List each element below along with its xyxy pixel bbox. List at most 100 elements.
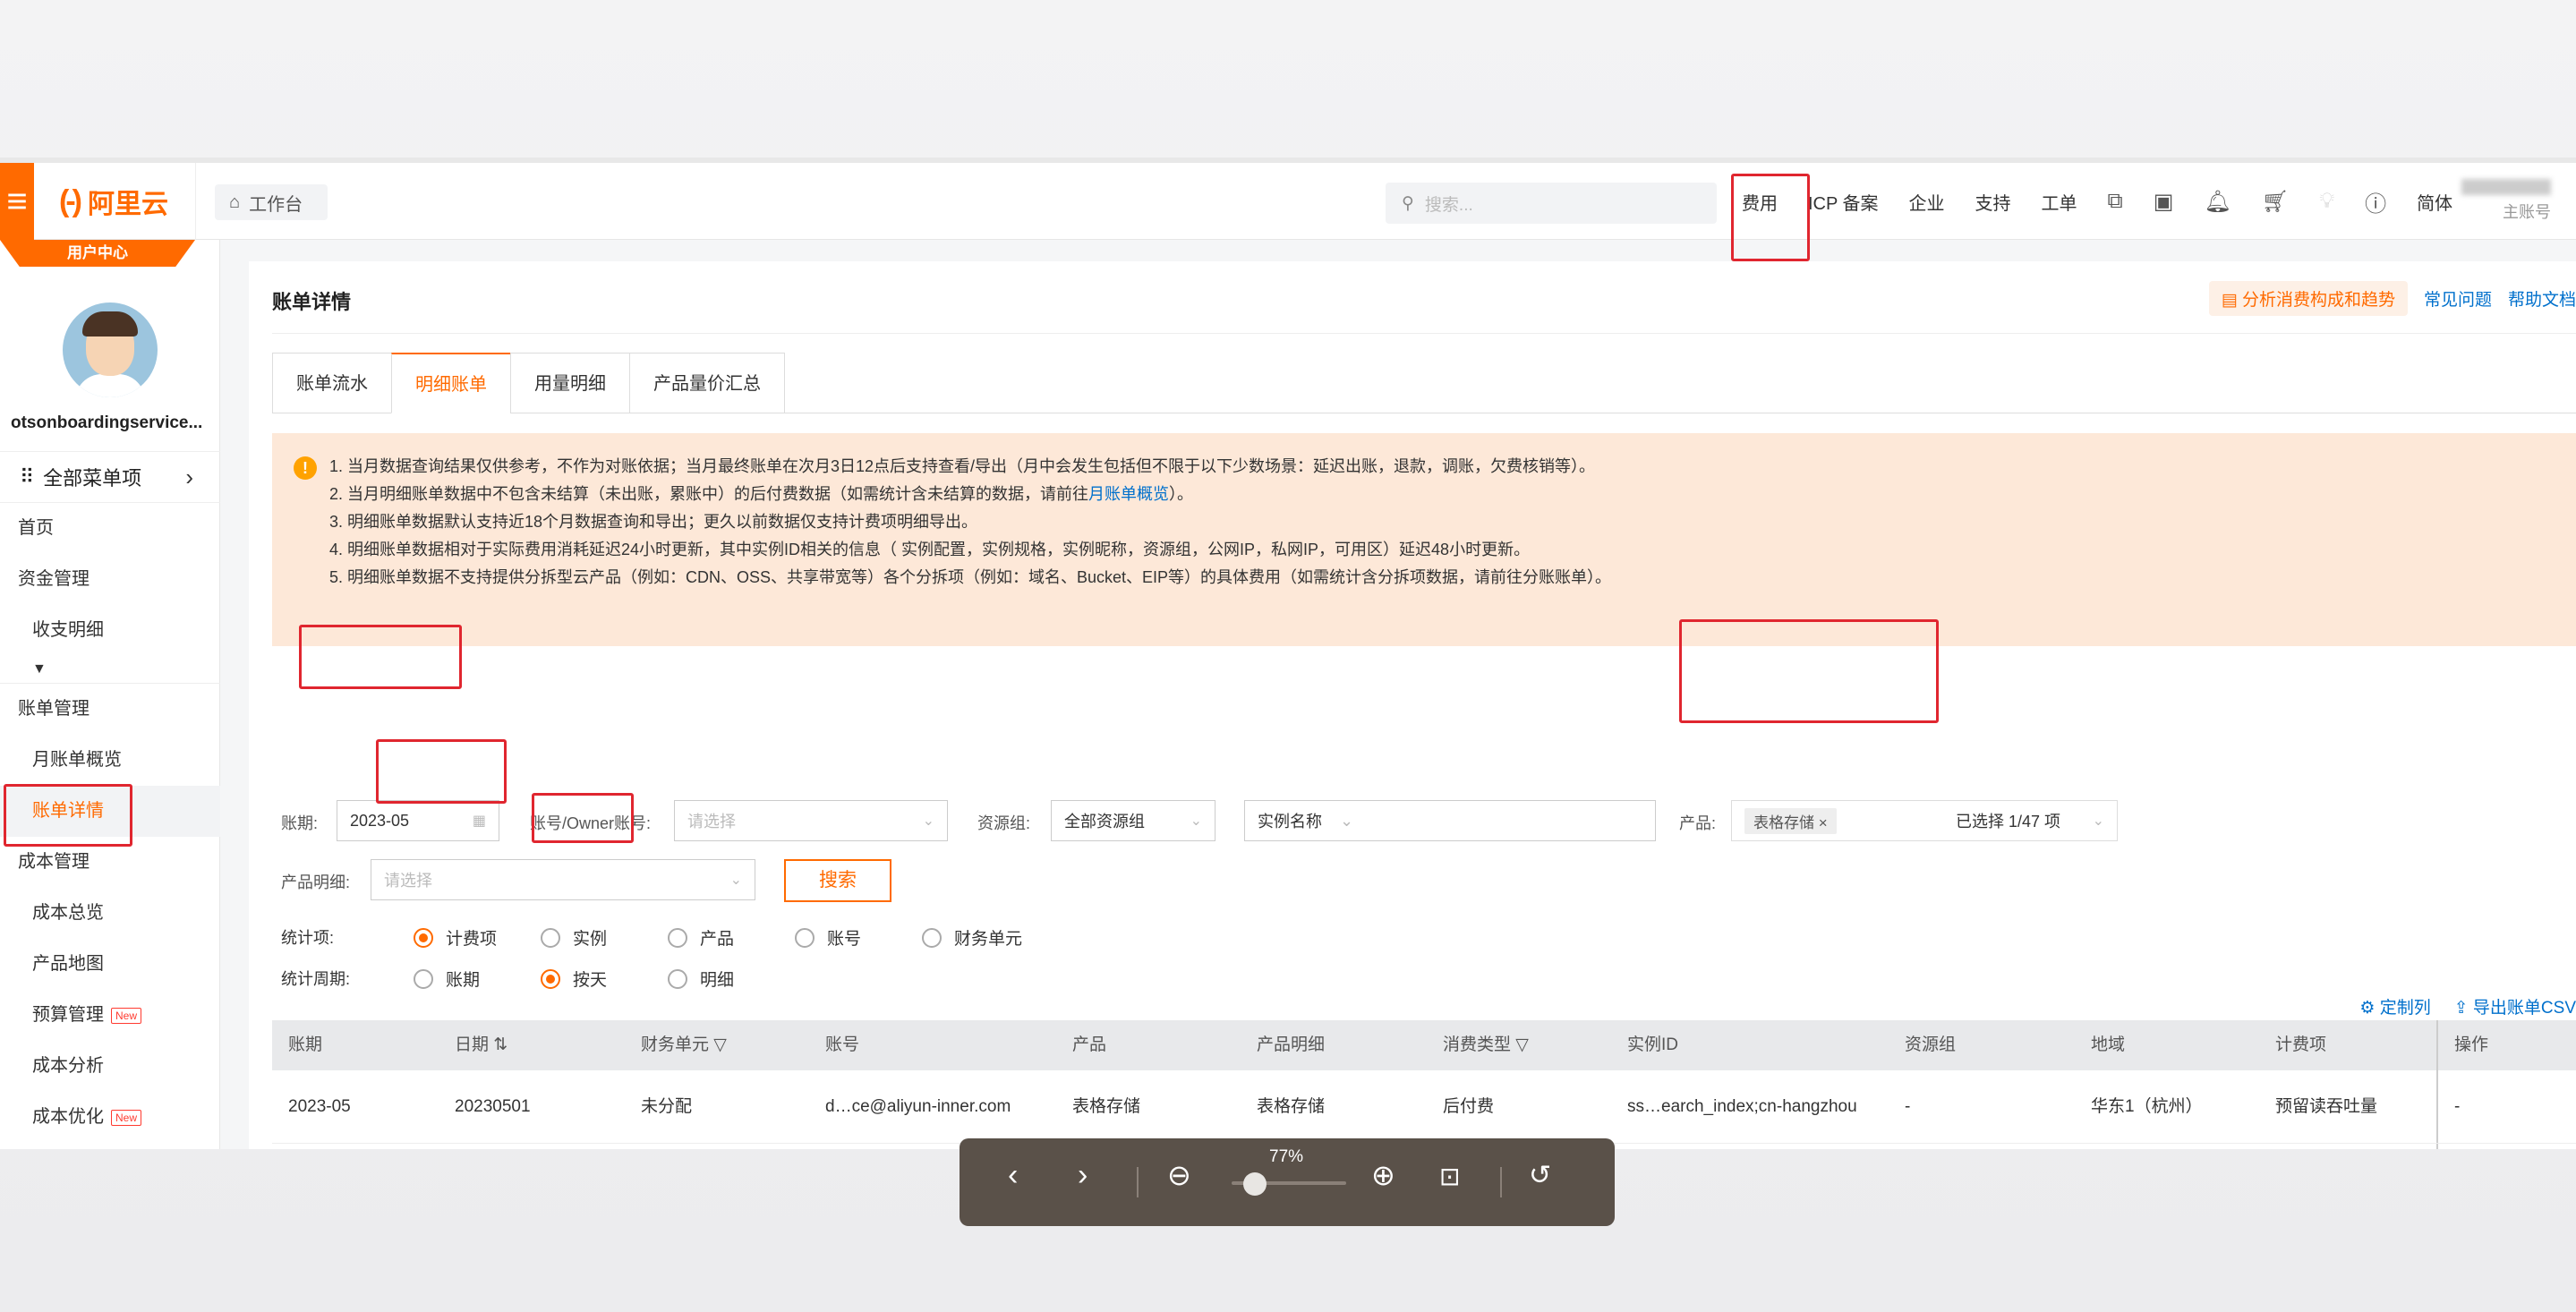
col-header-label: 消费类型 — [1443, 1035, 1512, 1054]
home-icon: ⌂ — [229, 192, 241, 212]
account-info[interactable]: 主账号 — [2444, 179, 2551, 223]
instance-name-select[interactable]: 实例名称 ⌄ — [1244, 800, 1656, 841]
period-picker[interactable]: 2023-05 ▦ — [337, 800, 499, 841]
instance-name-value: 实例名称 — [1258, 813, 1322, 831]
code-icon[interactable]: ⧉ — [2108, 189, 2123, 214]
sidebar-item-budget[interactable]: 预算管理 New — [0, 990, 220, 1041]
col-header-sortable[interactable]: 日期 ⇅ — [439, 1033, 625, 1058]
sidebar: 用户中心 otsonboardingservice... ⠿ 全部菜单项 › 首… — [0, 240, 220, 1149]
owner-select[interactable]: 请选择 ⌄ — [674, 800, 948, 841]
sidebar-item-cost-analysis[interactable]: 成本分析 — [0, 1041, 220, 1092]
radio-cycle-daily[interactable]: 按天 — [541, 967, 668, 991]
radio-stat-billing-item[interactable]: 计费项 — [414, 925, 541, 950]
radio-stat-product[interactable]: 产品 — [668, 925, 795, 950]
toolbar-divider — [1137, 1167, 1139, 1197]
search-icon: ⚲ — [1402, 193, 1414, 213]
radio-stat-account[interactable]: 账号 — [795, 925, 922, 950]
lightbulb-icon[interactable]: 💡︎ — [2319, 189, 2334, 214]
close-icon[interactable]: × — [1819, 814, 1828, 831]
new-badge: New — [111, 1007, 142, 1024]
col-header: 操作 — [2436, 1020, 2558, 1070]
sidebar-item-cost-overview[interactable]: 成本总览 — [0, 888, 220, 939]
rotate-icon[interactable]: ↺ — [1529, 1160, 1551, 1191]
hamburger-menu-icon[interactable]: ≡ — [0, 163, 34, 240]
zoom-slider-handle[interactable] — [1242, 1172, 1267, 1196]
sidebar-item-product-map[interactable]: 产品地图 — [0, 939, 220, 990]
sidebar-item-monthly-overview[interactable]: 月账单概览 — [0, 735, 220, 786]
sidebar-group-funds[interactable]: 资金管理 — [0, 554, 220, 605]
table-cell: - — [1905, 1096, 1911, 1116]
radio-stat-finance-unit[interactable]: 财务单元 — [922, 925, 1065, 950]
table-body: 2023-05 20230501 未分配 d…ce@aliyun-inner.com 表… — [272, 1070, 2576, 1149]
workbench-button[interactable]: ⌂ 工作台 — [215, 184, 328, 220]
calendar-icon: ▦ — [472, 814, 486, 829]
table-header: 账期 日期 ⇅ 财务单元 ▽ 账号 产品 产品明细 消费类型 ▽ 实例ID 资源… — [272, 1020, 2576, 1070]
product-selected-count: 已选择 1/47 项 — [1956, 813, 2061, 831]
customize-columns-button[interactable]: ⚙ 定制列 — [2359, 994, 2430, 1018]
analyze-trend-button[interactable]: ▤ 分析消费构成和趋势 — [2208, 281, 2408, 316]
radio-cycle-period[interactable]: 账期 — [414, 967, 541, 991]
radio-circle — [414, 968, 433, 989]
zoom-in-icon[interactable]: ⊕ — [1371, 1158, 1395, 1192]
terminal-icon[interactable]: ▣ — [2154, 189, 2174, 215]
highlight-box-daily — [532, 793, 634, 843]
col-header: 产品明细 — [1257, 1035, 1326, 1054]
table-toolbar: ⚙ 定制列 ⇪ 导出账单CSV — [2359, 994, 2576, 1018]
owner-placeholder: 请选择 — [687, 813, 736, 831]
bell-icon[interactable]: 🔔︎ — [2204, 189, 2231, 215]
faq-link[interactable]: 常见问题 — [2424, 286, 2492, 311]
highlight-box-bill-details — [4, 784, 132, 847]
col-header-filterable[interactable]: 财务单元 ▽ — [625, 1033, 809, 1058]
table-cell: 2023-05 — [288, 1096, 351, 1116]
nav-support[interactable]: 支持 — [1975, 189, 2011, 215]
radio-circle — [922, 927, 942, 948]
previous-icon[interactable]: ‹ — [1008, 1158, 1018, 1193]
highlight-box-fees — [1731, 174, 1810, 261]
global-search-input[interactable]: ⚲ 搜索... — [1386, 183, 1717, 224]
nav-enterprise[interactable]: 企业 — [1909, 189, 1945, 215]
tab-usage-detail[interactable]: 用量明细 — [510, 353, 629, 413]
sidebar-item-cost-optimization[interactable]: 成本优化 New — [0, 1092, 220, 1143]
cart-icon[interactable]: 🛒︎ — [2262, 189, 2289, 215]
product-tag[interactable]: 表格存储 × — [1744, 807, 1837, 834]
aliyun-logo[interactable]: (-) 阿里云 — [59, 183, 168, 220]
filter-icon: ▽ — [713, 1035, 727, 1054]
help-icon[interactable]: ⓘ — [2365, 186, 2386, 217]
tab-bill-flow[interactable]: 账单流水 — [272, 353, 391, 413]
filter-icon: ▽ — [1515, 1035, 1529, 1054]
account-name-blurred — [2461, 179, 2551, 195]
sidebar-group-billing[interactable]: 账单管理 — [0, 684, 220, 735]
notice-line-3: 3. 明细账单数据默认支持近18个月数据查询和导出；更久以前数据仅支持计费项明细… — [329, 513, 978, 531]
resource-group-value: 全部资源组 — [1064, 813, 1145, 831]
all-menu-button[interactable]: ⠿ 全部菜单项 › — [0, 451, 220, 503]
col-header-filterable[interactable]: 消费类型 ▽ — [1427, 1033, 1611, 1058]
actual-size-icon[interactable]: ⊡ — [1439, 1162, 1460, 1191]
tab-detail-bill[interactable]: 明细账单 — [391, 353, 510, 413]
help-doc-link[interactable]: 帮助文档 — [2508, 286, 2576, 311]
nav-icp[interactable]: ICP 备案 — [1808, 189, 1879, 215]
chevron-down-icon: ⌄ — [1340, 811, 1354, 830]
next-icon[interactable]: › — [1078, 1158, 1088, 1193]
radio-cycle-detail[interactable]: 明细 — [668, 967, 795, 991]
monthly-overview-link[interactable]: 月账单概览 — [1088, 485, 1169, 503]
nav-ticket[interactable]: 工单 — [2042, 189, 2077, 215]
col-header: 资源组 — [1905, 1035, 1957, 1054]
sidebar-expand[interactable]: ▼ — [0, 656, 220, 683]
radio-label: 财务单元 — [954, 930, 1023, 949]
sidebar-item-home[interactable]: 首页 — [0, 503, 220, 554]
sidebar-item-income-expense[interactable]: 收支明细 — [0, 605, 220, 656]
table-cell: 预留读吞吐量 — [2275, 1096, 2378, 1116]
export-csv-button[interactable]: ⇪ 导出账单CSV — [2454, 994, 2576, 1018]
chevron-down-icon: ⌄ — [2092, 814, 2104, 829]
radio-stat-instance[interactable]: 实例 — [541, 925, 668, 950]
resource-group-select[interactable]: 全部资源组 ⌄ — [1051, 800, 1215, 841]
tab-price-summary[interactable]: 产品量价汇总 — [629, 353, 785, 413]
table-cell: - — [2436, 1144, 2558, 1149]
product-detail-select[interactable]: 请选择 ⌄ — [371, 859, 755, 900]
search-button[interactable]: 搜索 — [784, 859, 891, 902]
product-select[interactable]: 表格存储 × 已选择 1/47 项 ⌄ — [1731, 800, 2118, 841]
screenshot-frame: ≡ (-) 阿里云 ⌂ 工作台 ⚲ 搜索... 费用 ICP 备案 企业 支持 … — [0, 158, 2576, 1149]
zoom-out-icon[interactable]: ⊖ — [1167, 1158, 1191, 1192]
table-cell: ss…earch_index;cn-hangzhou — [1627, 1096, 1857, 1116]
new-badge: New — [111, 1109, 142, 1126]
